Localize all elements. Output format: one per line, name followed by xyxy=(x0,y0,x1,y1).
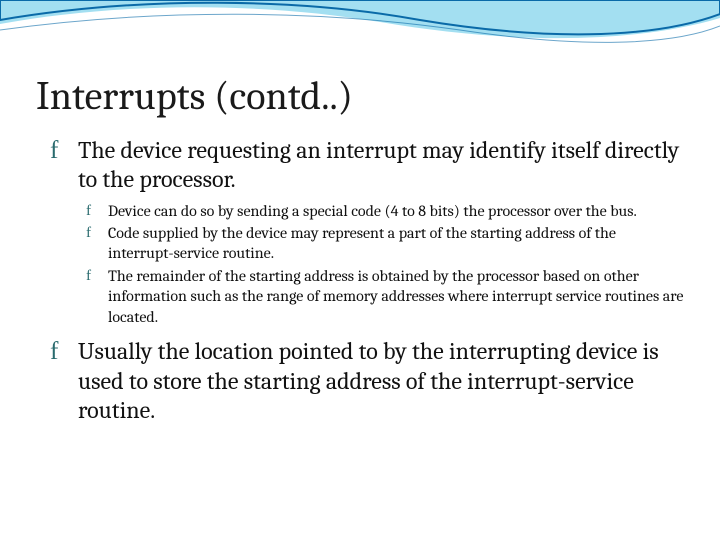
bullet-icon: f xyxy=(50,136,70,167)
list-item: f Usually the location pointed to by the… xyxy=(50,337,684,425)
list-item-text: The device requesting an interrupt may i… xyxy=(78,136,679,193)
sub-list-item: f Code supplied by the device may repres… xyxy=(86,223,684,264)
slide-title: Interrupts (contd..) xyxy=(36,74,684,118)
sub-list-item: f The remainder of the starting address … xyxy=(86,266,684,327)
sub-list-item-text: The remainder of the starting address is… xyxy=(108,267,683,326)
list-item-text: Usually the location pointed to by the i… xyxy=(78,337,659,424)
bullet-icon: f xyxy=(86,223,106,242)
sub-list-item-text: Device can do so by sending a special co… xyxy=(108,202,637,220)
sub-list-item-text: Code supplied by the device may represen… xyxy=(108,224,616,262)
bullet-icon: f xyxy=(86,201,106,220)
sub-list-item: f Device can do so by sending a special … xyxy=(86,201,684,221)
bullet-icon: f xyxy=(50,337,70,368)
bullet-list: f The device requesting an interrupt may… xyxy=(36,136,684,425)
bullet-icon: f xyxy=(86,266,106,285)
sub-list: f Device can do so by sending a special … xyxy=(78,201,684,328)
list-item: f The device requesting an interrupt may… xyxy=(50,136,684,327)
slide-body: Interrupts (contd..) f The device reques… xyxy=(0,0,720,540)
